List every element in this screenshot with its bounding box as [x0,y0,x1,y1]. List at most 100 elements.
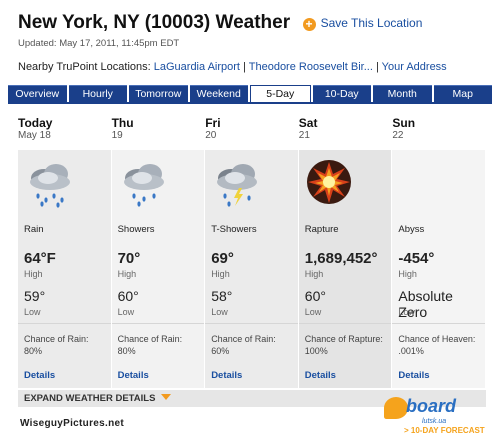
low-temp: 60° [117,288,139,304]
chance-label: Chance of Rain: [211,334,276,344]
day-date: May 18 [18,130,51,141]
day-header: Sat 21 [299,116,393,141]
precip-chance: Chance of Rain: 80% [118,333,183,357]
rain-cloud-icon [30,164,70,208]
board-logo: board lutsk.ua > 10-DAY FORECAST [382,393,492,437]
page-header: New York, NY (10003) Weather + Save This … [18,12,490,73]
divider [205,323,298,324]
nearby-locations: Nearby TruPoint Locations: LaGuardia Air… [18,61,490,73]
explosion-icon [306,160,351,204]
high-temp: -454° [398,250,435,267]
tab-weekend[interactable]: Weekend [189,85,248,102]
low-label: Low [117,307,135,317]
chance-value: .001% [398,346,424,356]
condition-label: Rapture [304,224,339,235]
low-temp: 59° [24,288,46,304]
divider [18,323,111,324]
day-header: Fri 20 [205,116,299,141]
day-name: Sun [392,116,416,130]
details-link[interactable]: Details [305,370,336,381]
day-header: Sun 22 [392,116,486,141]
condition-label: Abyss [398,224,425,235]
forecast-day-column: Showers 70° High 60° Low Chance of Rain:… [111,150,206,388]
condition-label: Rain [24,224,44,235]
day-date: 22 [392,130,404,141]
day-name: Today [18,116,53,130]
nearby-label: Nearby TruPoint Locations: [18,61,151,73]
chance-label: Chance of Rain: [117,334,183,344]
low-label: Low [24,307,41,317]
high-temp: 1,689,452° [304,250,378,267]
high-label: High [398,269,417,279]
chance-label: Chance of Heaven: [398,334,476,344]
nearby-link-laguardia[interactable]: LaGuardia Airport [154,61,240,73]
tab-underline [8,102,492,104]
logo-domain: lutsk.ua [422,418,447,425]
nearby-link-theodore-roosevelt[interactable]: Theodore Roosevelt Bir... [249,61,373,73]
save-location-button[interactable]: + Save This Location [302,15,423,31]
page-title: New York, NY (10003) Weather [18,12,291,33]
day-date: 21 [298,130,310,141]
details-link[interactable]: Details [211,370,242,381]
divider [298,323,392,324]
forecast-tabs: Overview Hourly Tomorrow Weekend 5-Day 1… [8,85,492,102]
high-label: High [24,269,43,279]
updated-timestamp: Updated: May 17, 2011, 11:45pm EDT [18,38,180,49]
chance-value: 80% [24,346,43,356]
high-temp: 64°F [24,250,56,267]
precip-chance: Chance of Heaven: .001% [398,333,475,357]
chance-label: Chance of Rapture: [304,334,383,344]
high-label: High [117,269,137,279]
day-name: Fri [205,116,221,130]
day-name: Sat [298,116,318,130]
forecast-day-column: Rapture 1,689,452° High 60° Low Chance o… [298,150,393,388]
low-temp: 60° [304,288,326,304]
details-link[interactable]: Details [24,370,55,381]
divider [392,323,485,324]
low-label: Low [211,307,228,317]
separator: | [243,61,246,73]
tab-tomorrow[interactable]: Tomorrow [129,85,188,102]
speech-bubble-icon [384,397,408,419]
condition-label: T-Showers [211,224,257,235]
tab-hourly[interactable]: Hourly [68,85,127,102]
day-headers: Today May 18 Thu 19 Fri 20 Sat 21 Sun 22 [18,116,486,141]
showers-cloud-icon [123,164,164,207]
tab-10-day[interactable]: 10-Day [312,85,371,102]
thunder-showers-cloud-icon [217,164,258,207]
save-location-label: Save This Location [320,15,423,30]
day-date: 20 [205,130,217,141]
tab-overview[interactable]: Overview [8,85,67,102]
low-label: Low [304,307,322,317]
tab-map[interactable]: Map [433,85,492,102]
tab-5-day[interactable]: 5-Day [250,85,311,102]
forecast-day-column: Abyss -454° High Absolute Zero Low Chanc… [392,150,486,388]
chevron-down-icon [161,394,172,400]
precip-chance: Chance of Rain: 60% [211,333,276,357]
forecast-grid: Rain 64°F High 59° Low Chance of Rain: 80… [18,150,486,388]
high-label: High [304,269,324,279]
low-label: Low [398,307,415,317]
tab-month[interactable]: Month [373,85,432,102]
chance-label: Chance of Rain: [24,334,89,344]
high-label: High [211,269,230,279]
forecast-day-column: Rain 64°F High 59° Low Chance of Rain: 80… [18,150,112,388]
separator: | [375,61,379,73]
chance-value: 100% [304,346,328,356]
details-link[interactable]: Details [118,370,149,381]
logo-forecast: > 10-DAY FORECAST [404,426,485,435]
high-temp: 70° [117,250,141,267]
divider [111,323,205,324]
expand-label: EXPAND WEATHER DETAILS [24,393,156,404]
watermark-credit: WiseguyPictures.net [20,418,124,429]
chance-value: 80% [117,346,136,356]
condition-label: Showers [117,224,155,235]
details-link[interactable]: Details [398,370,429,381]
precip-chance: Chance of Rain: 80% [24,333,89,357]
day-header: Today May 18 [18,116,112,141]
day-name: Thu [111,116,134,130]
high-temp: 69° [211,250,234,267]
plus-icon: + [302,17,316,31]
forecast-day-column: T-Showers 69° High 58° Low Chance of Rai… [205,150,299,388]
nearby-link-your-address[interactable]: Your Address [382,61,447,73]
